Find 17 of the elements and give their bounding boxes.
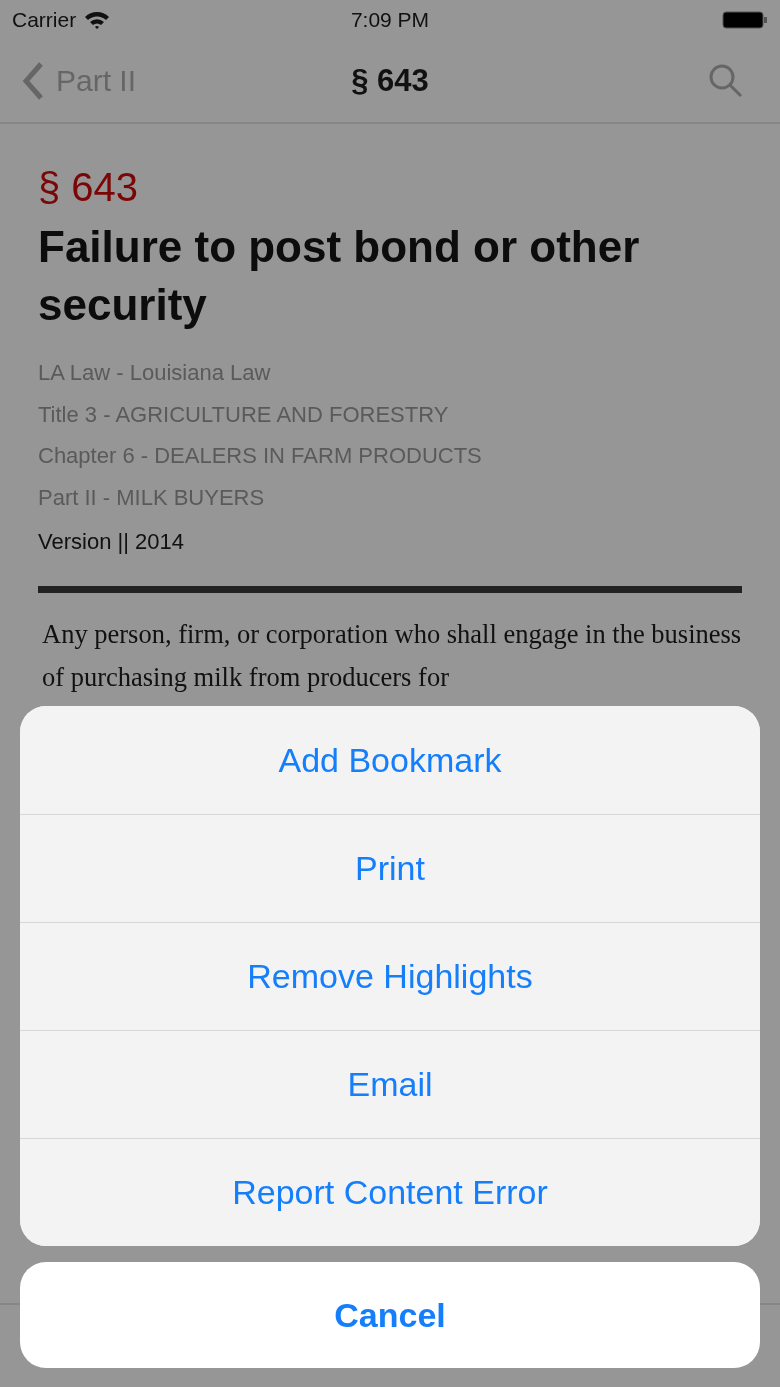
breadcrumb-link[interactable]: Part II - MILK BUYERS (38, 476, 742, 518)
breadcrumb-link[interactable]: Title 3 - AGRICULTURE AND FORESTRY (38, 393, 742, 435)
chevron-left-icon (22, 62, 44, 100)
cancel-button[interactable]: Cancel (20, 1262, 760, 1368)
section-title: Failure to post bond or other security (38, 221, 641, 331)
action-item[interactable]: Report Content Error (20, 1138, 760, 1246)
breadcrumb-link[interactable]: Chapter 6 - DEALERS IN FARM PRODUCTS (38, 435, 742, 477)
search-icon[interactable] (708, 63, 744, 99)
status-time: 7:09 PM (350, 8, 430, 32)
carrier-label: Carrier (12, 8, 77, 32)
section-number: § 643 (38, 164, 140, 211)
battery-icon (722, 11, 768, 29)
version-label: Version || 2014 (38, 528, 185, 556)
section-body: Any person, firm, or corporation who shall engage in the business of purchasing milk from producers for (42, 618, 742, 694)
nav-title: § 643 (351, 63, 429, 99)
breadcrumb-link[interactable]: LA Law - Louisiana Law (38, 352, 742, 394)
wifi-icon (84, 11, 111, 29)
